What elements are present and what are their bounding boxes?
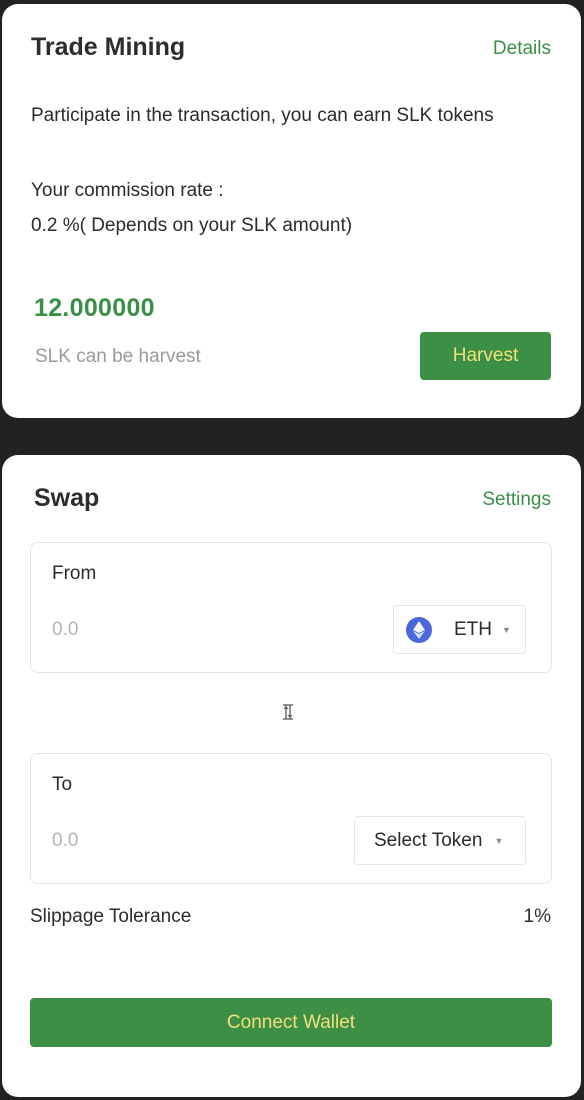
from-amount-input[interactable] [52,619,252,641]
trade-mining-card: Trade Mining Details Participate in the … [2,4,581,418]
harvest-amount: 12.000000 [34,294,155,322]
to-panel: To Select Token ▼ [30,753,552,884]
to-amount-input[interactable] [52,830,252,852]
mining-description: Participate in the transaction, you can … [31,105,494,126]
swap-title: Swap [34,484,100,512]
trade-mining-title: Trade Mining [31,33,186,61]
from-token-select[interactable]: ETH ▼ [393,605,526,654]
swap-direction-icon[interactable] [281,703,295,721]
from-panel: From ETH ▼ [30,542,552,673]
harvest-caption: SLK can be harvest [35,346,201,367]
harvest-button[interactable]: Harvest [420,332,551,380]
slippage-value: 1% [523,906,551,927]
chevron-down-icon: ▼ [502,624,511,635]
eth-icon [406,616,432,643]
settings-link[interactable]: Settings [482,489,551,511]
to-label: To [52,774,73,795]
swap-card: Swap Settings From ETH ▼ To Select Token [2,455,581,1097]
chevron-down-icon: ▼ [494,835,504,846]
connect-wallet-button[interactable]: Connect Wallet [30,998,552,1047]
commission-rate-value: 0.2 %( Depends on your SLK amount) [31,215,353,236]
to-token-select[interactable]: Select Token ▼ [354,816,526,865]
from-label: From [52,563,97,584]
to-token-label: Select Token [374,829,483,851]
details-link[interactable]: Details [493,38,551,60]
slippage-label: Slippage Tolerance [30,906,192,927]
commission-rate-label: Your commission rate : [31,180,224,201]
from-token-label: ETH [454,618,492,640]
